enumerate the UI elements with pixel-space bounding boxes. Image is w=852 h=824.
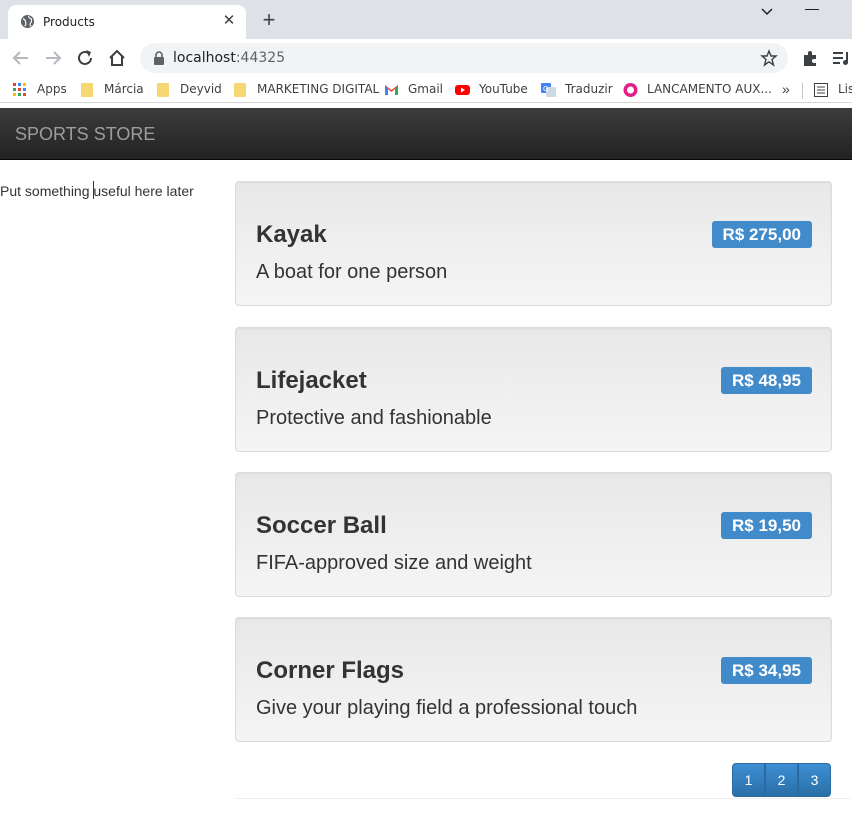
price-badge: R$ 34,95 bbox=[721, 657, 812, 684]
price-badge: R$ 48,95 bbox=[721, 367, 812, 394]
product-card: Soccer Ball R$ 19,50 FIFA-approved size … bbox=[235, 472, 832, 597]
site-icon bbox=[623, 83, 638, 97]
bookmarks-bar: Apps Márcia Deyvid MARKETING DIGITAL Gma… bbox=[0, 77, 852, 103]
apps-grid-icon bbox=[13, 83, 26, 96]
gmail-icon bbox=[385, 85, 398, 95]
translate-icon: G bbox=[541, 83, 556, 97]
new-tab-button[interactable]: + bbox=[258, 9, 280, 31]
home-icon[interactable] bbox=[106, 47, 128, 69]
product-name: Kayak bbox=[256, 221, 327, 248]
browser-toolbar: localhost:44325 bbox=[0, 39, 852, 77]
address-bar[interactable]: localhost:44325 bbox=[140, 43, 788, 73]
product-description: Protective and fashionable bbox=[256, 407, 492, 429]
minimize-button[interactable] bbox=[805, 9, 819, 10]
bookmarks-divider bbox=[802, 83, 803, 99]
reading-list-icon bbox=[814, 83, 828, 97]
product-card: Lifejacket R$ 48,95 Protective and fashi… bbox=[235, 327, 832, 452]
back-arrow-icon[interactable] bbox=[10, 47, 32, 69]
more-bookmarks-chevron-icon[interactable]: » bbox=[782, 81, 790, 97]
price-badge: R$ 275,00 bbox=[711, 221, 812, 248]
product-name: Lifejacket bbox=[256, 367, 367, 394]
media-queue-icon[interactable] bbox=[831, 48, 852, 68]
lock-icon[interactable] bbox=[152, 51, 166, 65]
page-3-button[interactable]: 3 bbox=[798, 763, 831, 797]
tab-title: Products bbox=[43, 15, 95, 29]
store-navbar: SPORTS STORE bbox=[0, 108, 852, 160]
browser-tab[interactable]: Products ✕ bbox=[8, 5, 246, 39]
url-text: localhost:44325 bbox=[173, 50, 286, 66]
forward-arrow-icon[interactable] bbox=[42, 47, 64, 69]
folder-icon bbox=[81, 83, 93, 97]
youtube-icon bbox=[455, 85, 470, 95]
reload-icon[interactable] bbox=[74, 47, 96, 69]
tab-strip: Products ✕ + bbox=[0, 0, 852, 39]
footer-divider bbox=[235, 798, 850, 799]
product-name: Corner Flags bbox=[256, 657, 405, 684]
store-brand[interactable]: SPORTS STORE bbox=[15, 124, 155, 145]
sidebar-placeholder-text: Put something useful here later bbox=[0, 183, 194, 199]
page-1-button[interactable]: 1 bbox=[732, 763, 765, 797]
svg-text:G: G bbox=[543, 85, 548, 93]
extensions-puzzle-icon[interactable] bbox=[800, 48, 820, 68]
product-description: A boat for one person bbox=[256, 261, 448, 283]
text-cursor bbox=[93, 181, 94, 199]
product-description: Give your playing field a professional t… bbox=[256, 697, 638, 719]
close-tab-icon[interactable]: ✕ bbox=[220, 12, 238, 30]
product-name: Soccer Ball bbox=[256, 512, 387, 539]
pagination: 1 2 3 bbox=[732, 763, 831, 797]
page-2-button[interactable]: 2 bbox=[765, 763, 798, 797]
chevron-down-icon[interactable] bbox=[757, 4, 777, 20]
globe-icon bbox=[20, 14, 35, 29]
product-card: Kayak R$ 275,00 A boat for one person bbox=[235, 181, 832, 306]
product-description: FIFA-approved size and weight bbox=[256, 552, 532, 574]
folder-icon bbox=[157, 83, 169, 97]
product-card: Corner Flags R$ 34,95 Give your playing … bbox=[235, 617, 832, 742]
price-badge: R$ 19,50 bbox=[721, 512, 812, 539]
bookmark-star-icon[interactable] bbox=[760, 49, 778, 67]
folder-icon bbox=[234, 83, 246, 97]
